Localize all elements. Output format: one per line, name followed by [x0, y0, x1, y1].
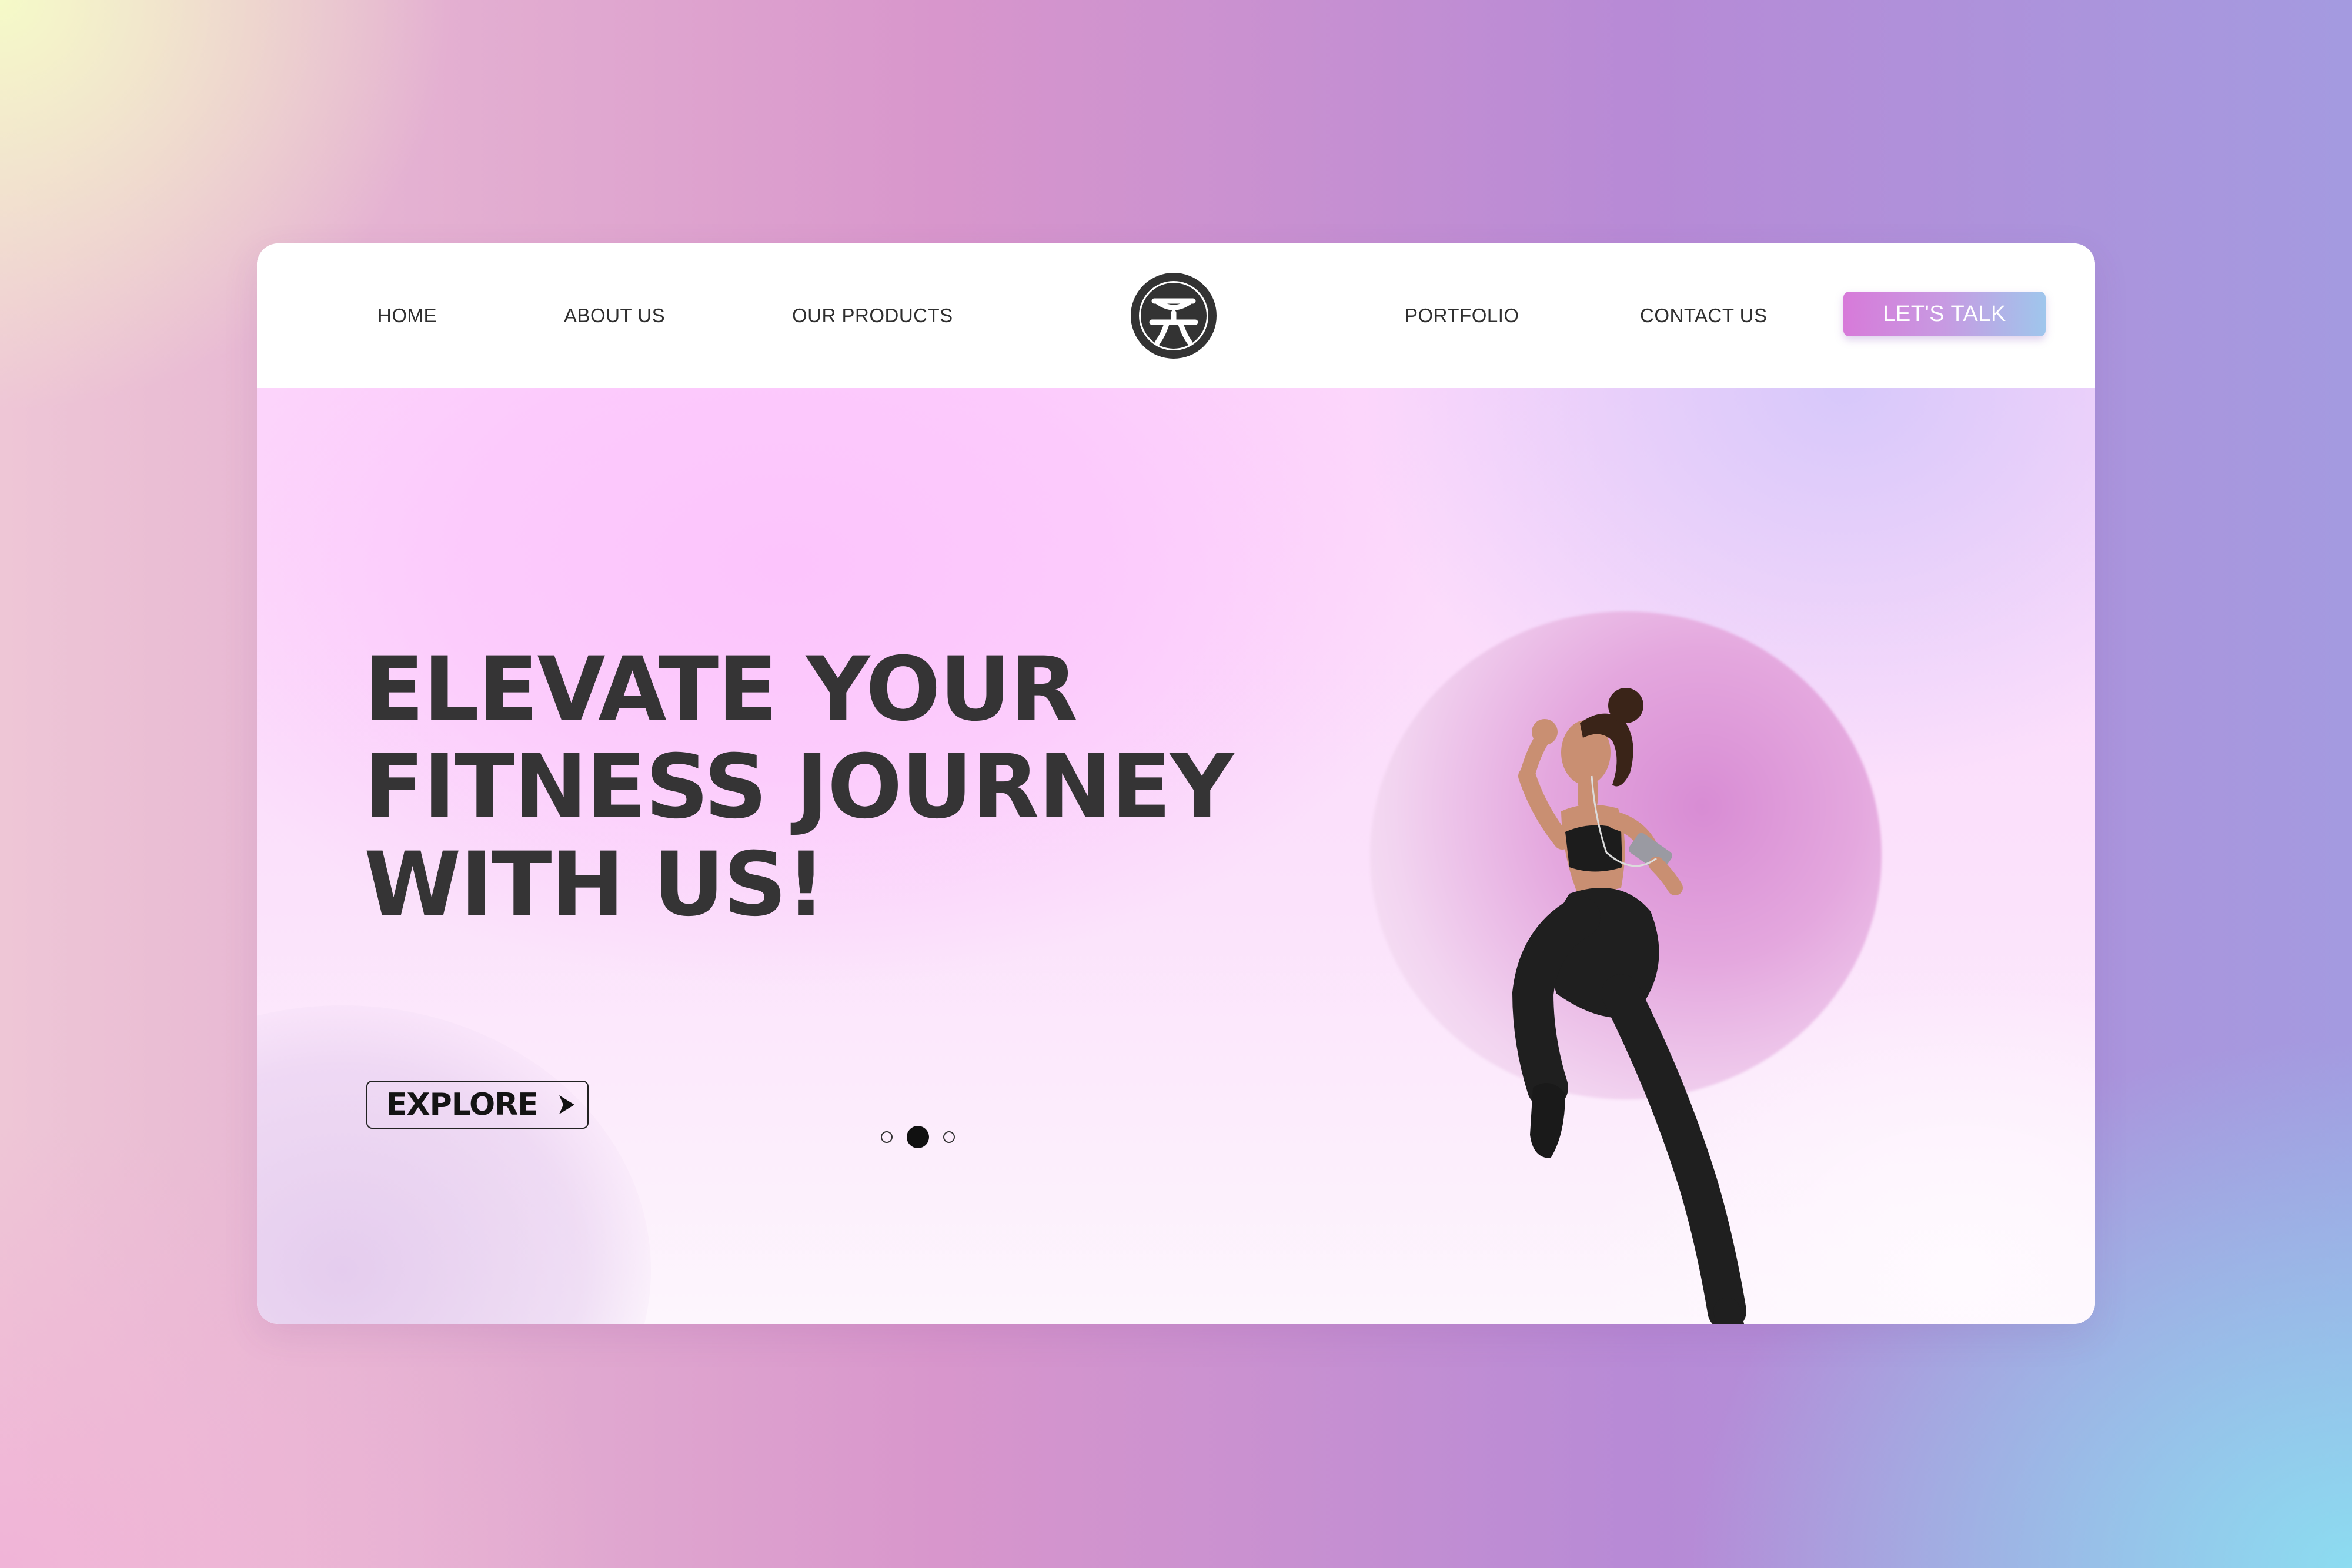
nav-link-portfolio[interactable]: PORTFOLIO	[1405, 243, 1519, 388]
carousel-dot-1[interactable]	[881, 1131, 893, 1143]
carousel-dot-2[interactable]	[907, 1126, 929, 1148]
carousel-dots	[881, 1125, 955, 1149]
nav-link-about-us[interactable]: ABOUT US	[564, 243, 665, 388]
headline-line-3: WITH US!	[364, 834, 826, 936]
headline-line-1: ELEVATE YOUR	[364, 638, 1078, 741]
nav-link-our-products[interactable]: OUR PRODUCTS	[792, 243, 953, 388]
carousel-dot-3[interactable]	[943, 1131, 955, 1143]
nav-link-contact-us[interactable]: CONTACT US	[1640, 243, 1767, 388]
arrow-right-icon	[558, 1094, 576, 1115]
explore-button-label: EXPLORE	[386, 1087, 539, 1122]
headline-line-2: FITNESS JOURNEY	[364, 736, 1234, 838]
landing-card: HOME ABOUT US OUR PRODUCTS PORTFOLIO CON…	[257, 243, 2095, 1324]
lets-talk-button[interactable]: LET'S TALK	[1843, 292, 2046, 336]
nav-link-home[interactable]: HOME	[377, 243, 437, 388]
top-navigation-bar: HOME ABOUT US OUR PRODUCTS PORTFOLIO CON…	[257, 243, 2095, 388]
explore-button[interactable]: EXPLORE	[366, 1081, 589, 1129]
hero-section: ELEVATE YOUR FITNESS JOURNEY WITH US! EX…	[257, 388, 2095, 1324]
background-blob	[257, 1005, 651, 1324]
circle-logo-icon[interactable]	[1131, 273, 1217, 359]
hero-headline: ELEVATE YOUR FITNESS JOURNEY WITH US!	[364, 638, 1234, 936]
athlete-image	[1445, 664, 1856, 1324]
